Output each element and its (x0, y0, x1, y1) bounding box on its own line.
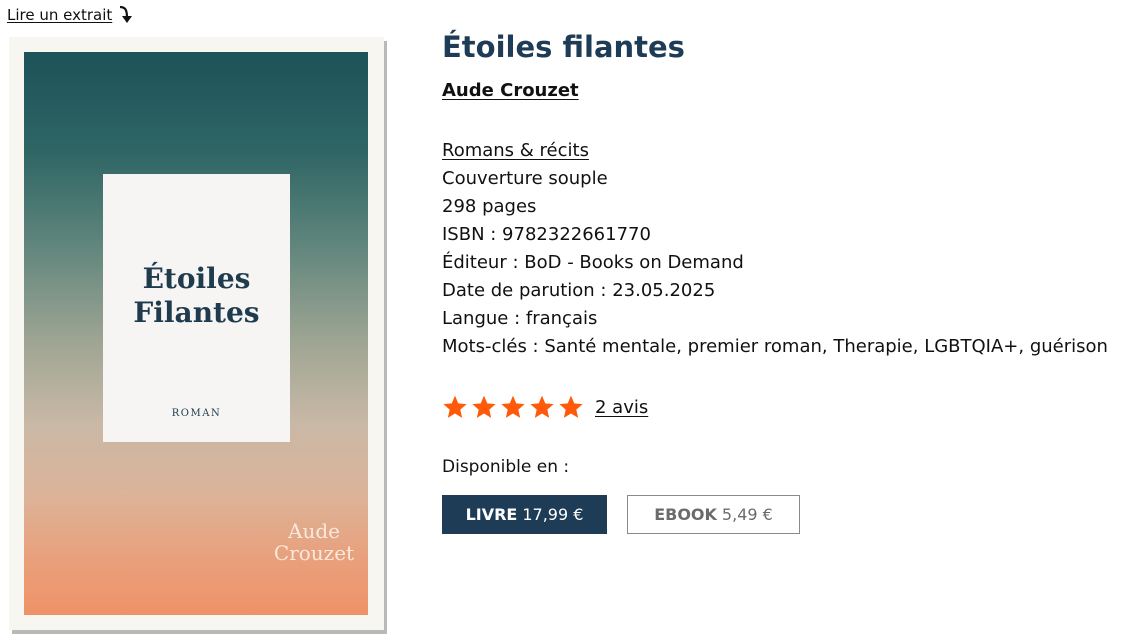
star-rating (442, 394, 584, 420)
rating: 2 avis (442, 394, 648, 420)
format-ebook-type: EBOOK (654, 505, 717, 524)
book-details: Romans & récits Couverture souple 298 pa… (442, 137, 1108, 361)
page-count: 298 pages (442, 196, 537, 217)
cover-subtitle: ROMAN (171, 408, 222, 419)
star-icon (472, 395, 496, 418)
star-icon (501, 395, 525, 418)
cover-artwork: Étoiles Filantes ROMAN Aude Crouzet (24, 52, 368, 615)
read-excerpt-link[interactable]: Lire un extrait (7, 5, 134, 25)
book-title: Étoiles filantes (442, 30, 685, 64)
star-icon (530, 395, 554, 418)
cover-title-panel: Étoiles Filantes ROMAN (103, 174, 290, 442)
star-icon (559, 395, 583, 418)
read-excerpt-label: Lire un extrait (7, 6, 113, 24)
category-link[interactable]: Romans & récits (442, 140, 589, 161)
reviews-link[interactable]: 2 avis (595, 397, 648, 418)
format-ebook-price: 5,49 € (721, 505, 773, 524)
cover-title-line: Étoiles (142, 262, 251, 295)
binding-info: Couverture souple (442, 168, 608, 189)
format-book-price: 17,99 € (522, 505, 584, 524)
arrow-down-curved-icon (120, 5, 133, 23)
publisher-info: Éditeur : BoD - Books on Demand (442, 252, 744, 273)
release-date-info: Date de parution : 23.05.2025 (442, 280, 716, 301)
author-link[interactable]: Aude Crouzet (442, 80, 579, 101)
availability-label: Disponible en : (442, 457, 570, 477)
format-book-type: LIVRE (465, 505, 518, 524)
star-icon (443, 395, 467, 418)
format-book-button[interactable]: LIVRE 17,99 € (442, 495, 607, 534)
cover-author-line: Aude (288, 519, 340, 543)
cover-title-line: Filantes (133, 296, 260, 329)
language-info: Langue : français (442, 308, 598, 329)
book-cover: Étoiles Filantes ROMAN Aude Crouzet (9, 37, 384, 630)
format-ebook-button[interactable]: EBOOK 5,49 € (627, 495, 800, 534)
cover-author: Aude Crouzet (254, 520, 374, 564)
cover-title: Étoiles Filantes (103, 262, 290, 330)
cover-author-line: Crouzet (273, 541, 355, 565)
keywords-info: Mots-clés : Santé mentale, premier roman… (442, 336, 1108, 357)
isbn-info: ISBN : 9782322661770 (442, 224, 651, 245)
